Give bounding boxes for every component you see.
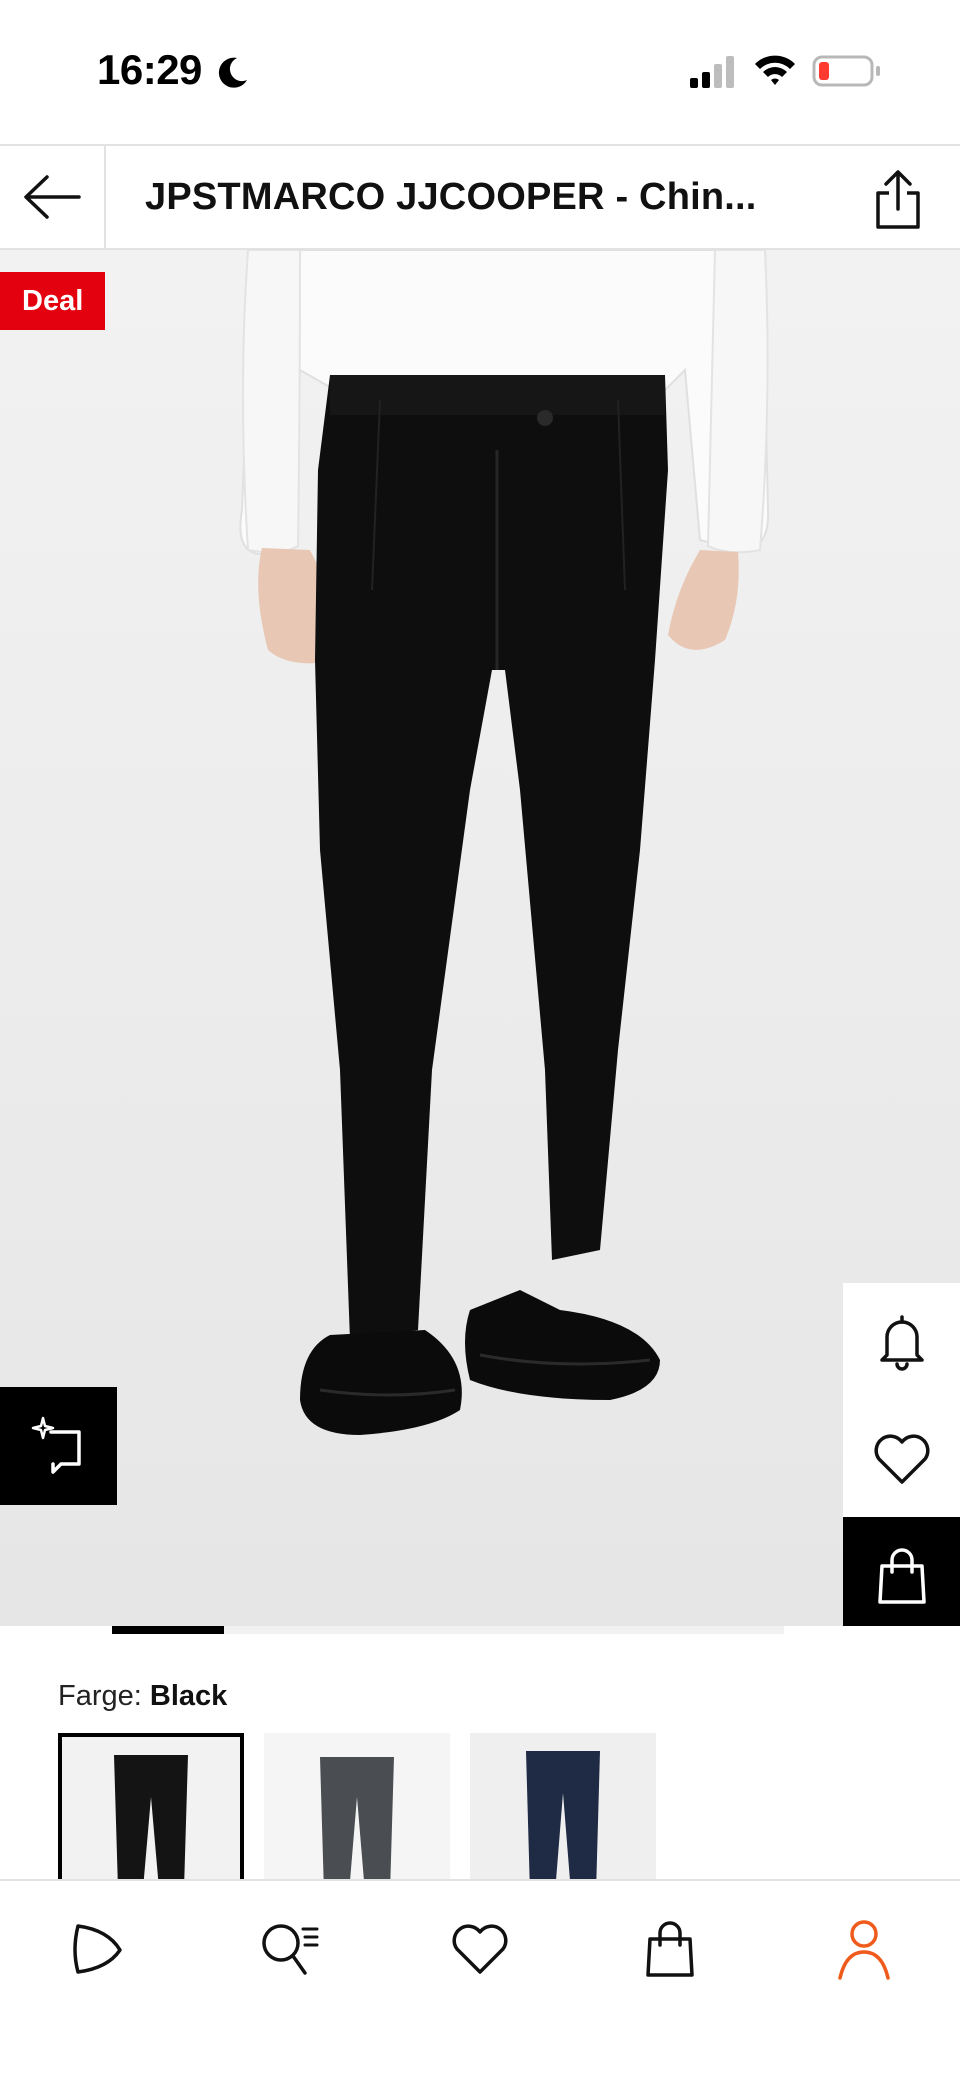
compare-button[interactable]	[0, 1387, 117, 1505]
play-logo-icon	[73, 1924, 122, 1974]
swatch-thumbnail	[470, 1733, 656, 1893]
page-title: JPSTMARCO JJCOOPER - Chin...	[145, 176, 757, 218]
color-swatch-grey[interactable]	[264, 1733, 450, 1893]
price-alert-button[interactable]	[843, 1283, 960, 1400]
nav-cart[interactable]	[622, 1909, 718, 1989]
color-selector: Farge: Black	[0, 1636, 960, 1893]
product-image-gallery[interactable]: Deal	[0, 250, 960, 1626]
side-actions	[843, 1283, 960, 1626]
nav-search[interactable]	[242, 1909, 338, 1989]
pager-active-indicator	[112, 1626, 224, 1634]
color-label: Farge: Black	[58, 1680, 227, 1713]
nav-profile[interactable]	[816, 1909, 912, 1989]
status-time: 16:29	[97, 46, 202, 93]
color-swatch-navy[interactable]	[470, 1733, 656, 1893]
image-pager	[0, 1626, 960, 1636]
status-bar: 16:29	[0, 0, 960, 144]
deal-badge: Deal	[0, 272, 106, 330]
selected-color-name: Black	[149, 1680, 228, 1712]
arrow-left-icon	[24, 175, 81, 219]
wifi-icon	[755, 55, 795, 85]
user-icon	[838, 1920, 890, 1980]
bell-icon	[879, 1314, 924, 1371]
swatch-thumbnail	[264, 1733, 450, 1893]
share-button[interactable]	[862, 166, 934, 234]
wishlist-button[interactable]	[843, 1400, 960, 1517]
share-icon	[876, 170, 920, 229]
battery-icon	[812, 55, 880, 87]
color-swatches	[58, 1733, 656, 1893]
heart-icon	[452, 1924, 508, 1974]
add-to-cart-button[interactable]	[843, 1517, 960, 1626]
color-label-prefix: Farge:	[58, 1680, 142, 1712]
bottom-navigation	[0, 1879, 960, 2081]
moon-icon	[218, 57, 247, 88]
swatch-thumbnail	[62, 1737, 240, 1889]
nav-wishlist[interactable]	[432, 1909, 528, 1989]
compare-sparkle-icon	[31, 1416, 81, 1474]
product-header: JPSTMARCO JJCOOPER - Chin...	[0, 144, 960, 250]
back-button[interactable]	[0, 146, 106, 248]
product-photo	[0, 250, 960, 1626]
color-swatch-black[interactable]	[58, 1733, 244, 1893]
search-list-icon	[262, 1924, 319, 1975]
signal-icon	[690, 56, 734, 88]
nav-home[interactable]	[48, 1909, 144, 1989]
shopping-bag-icon	[646, 1921, 694, 1977]
heart-icon	[873, 1434, 930, 1484]
shopping-bag-icon	[877, 1548, 926, 1604]
